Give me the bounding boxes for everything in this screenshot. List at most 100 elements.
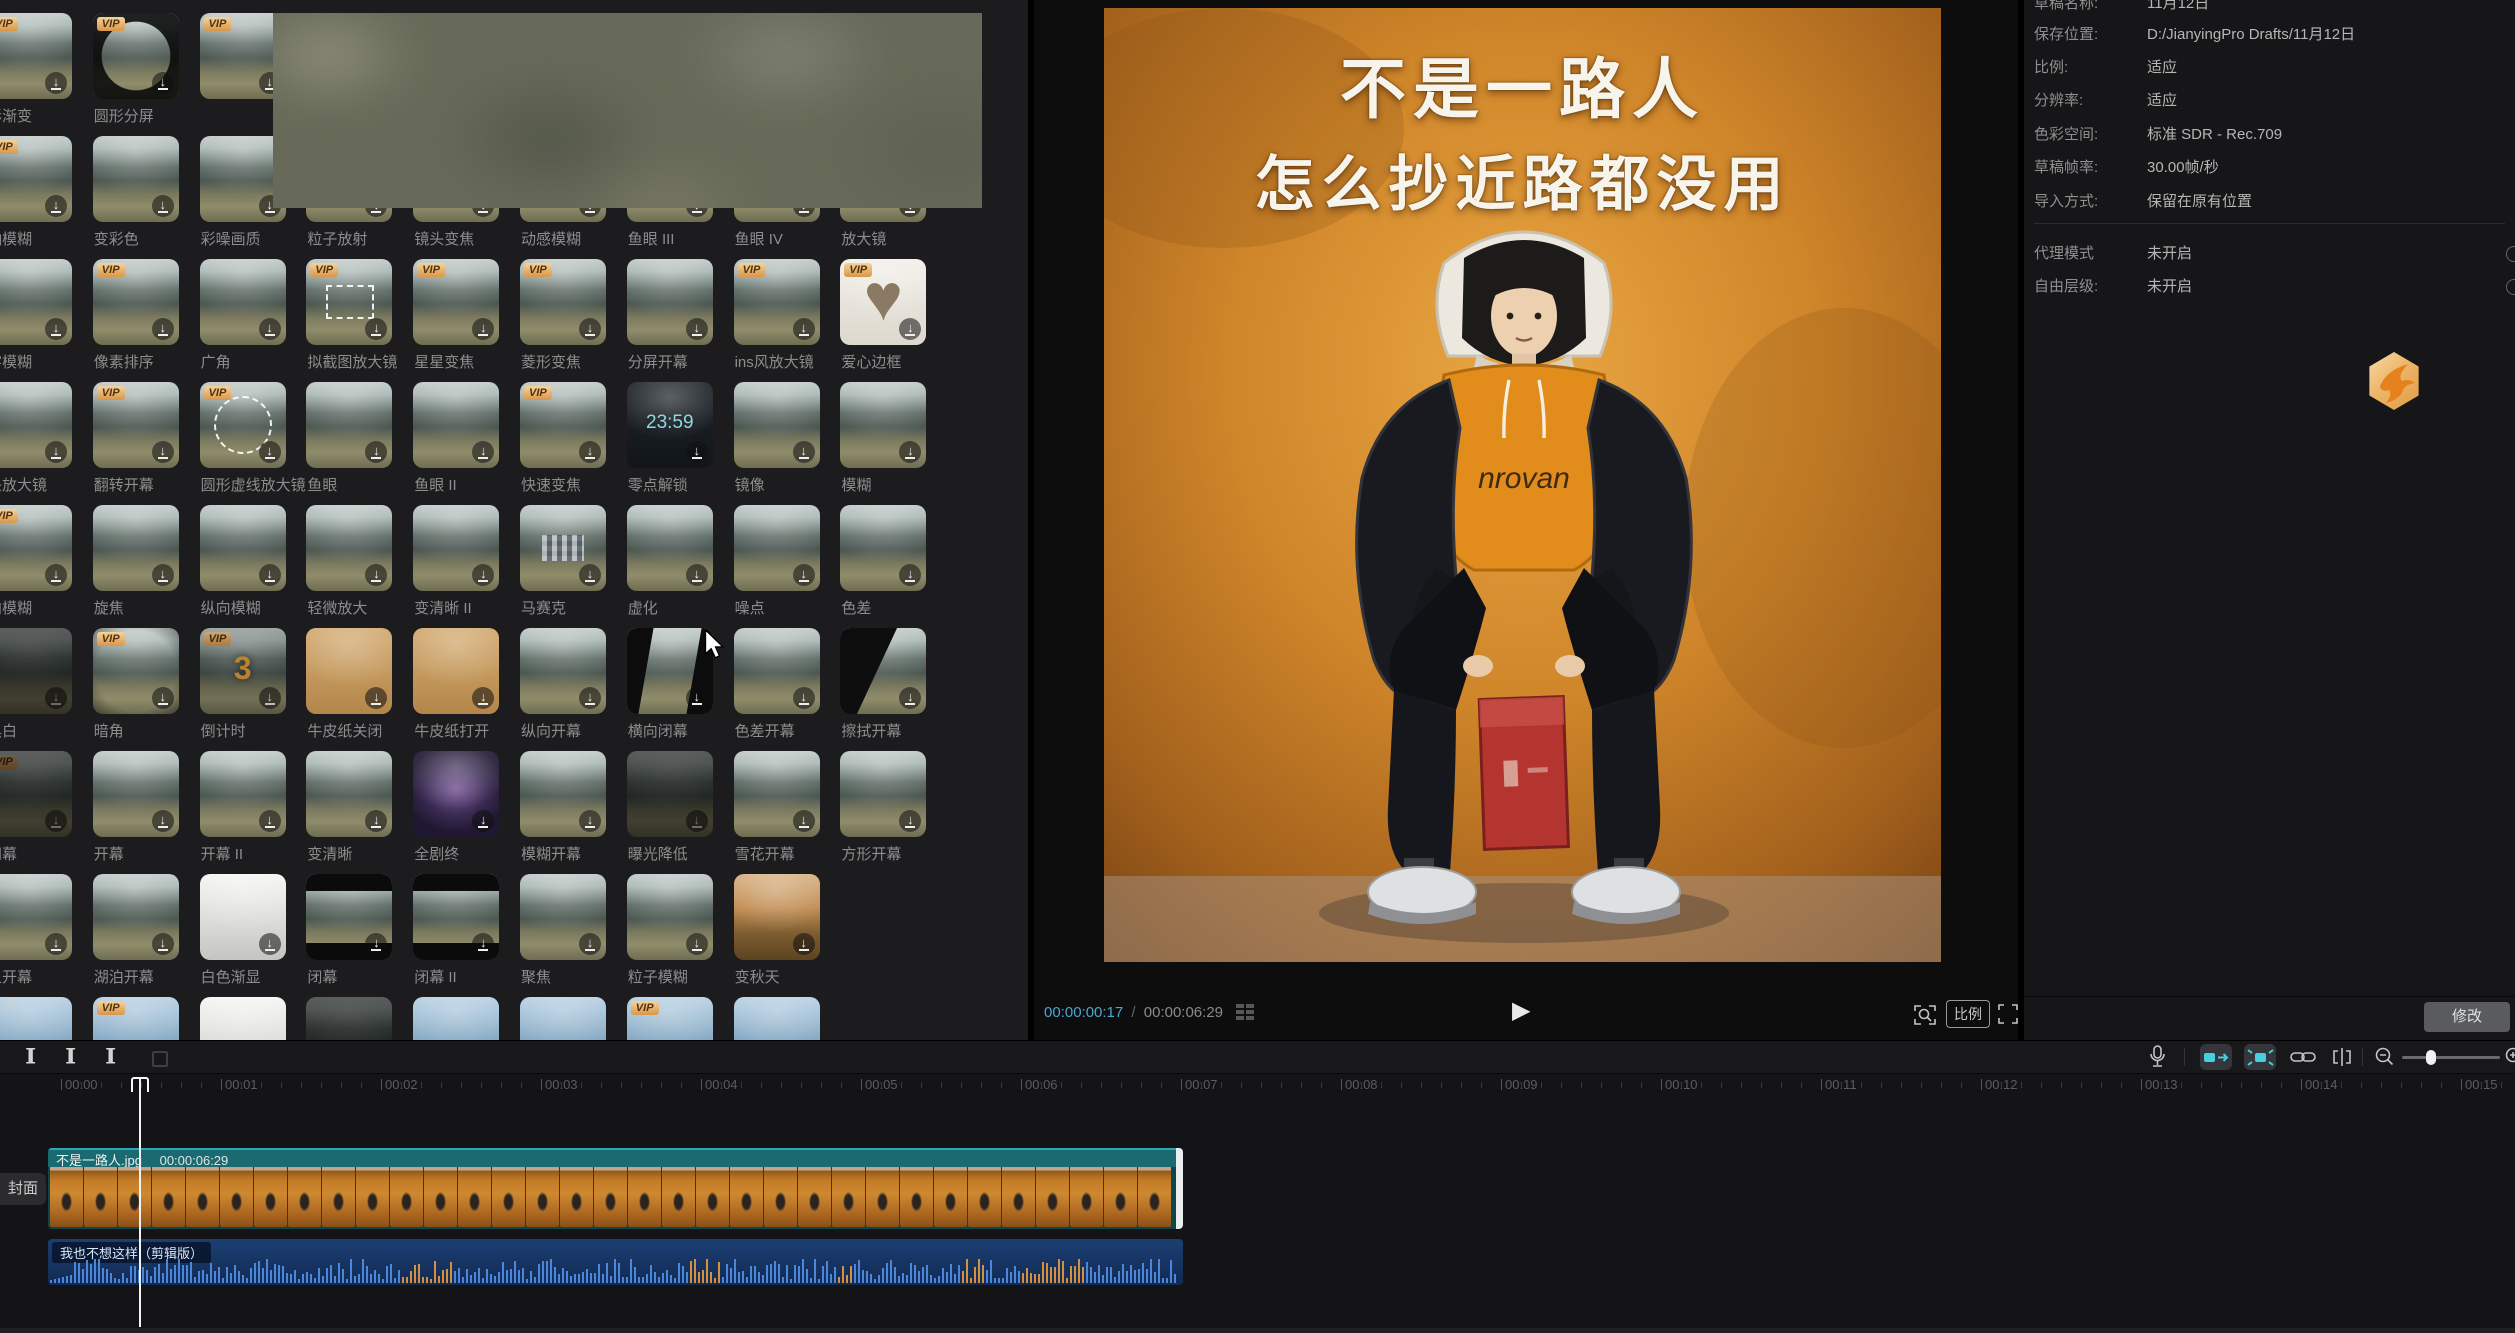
effect-item[interactable]: VIP↓	[306, 259, 392, 345]
effect-item[interactable]: VIP↓	[734, 259, 820, 345]
effect-item[interactable]	[734, 997, 820, 1040]
timeline-zoom-slider[interactable]	[2402, 1056, 2500, 1059]
thunder-bird-icon[interactable]	[2366, 352, 2422, 410]
video-clip[interactable]: 不是一路人.jpg 00:00:06:29	[48, 1148, 1183, 1229]
effect-item[interactable]: ↓	[93, 751, 179, 837]
download-icon[interactable]: ↓	[45, 72, 67, 94]
effect-item[interactable]: ↓	[840, 628, 926, 714]
download-icon[interactable]: ↓	[472, 564, 494, 586]
download-icon[interactable]: ↓	[579, 687, 601, 709]
download-icon[interactable]: ↓	[45, 564, 67, 586]
download-icon[interactable]: ↓	[793, 441, 815, 463]
link-icon[interactable]	[2290, 1046, 2316, 1068]
effect-item[interactable]: ↓	[734, 874, 820, 960]
effect-item[interactable]: VIP↓	[840, 259, 926, 345]
effect-item[interactable]: ↓	[413, 505, 499, 591]
download-icon[interactable]: ↓	[793, 318, 815, 340]
zoom-out-icon[interactable]	[2374, 1046, 2396, 1068]
record-mic-icon[interactable]	[2148, 1045, 2166, 1069]
download-icon[interactable]: ↓	[152, 441, 174, 463]
effect-item[interactable]: 23:59↓	[627, 382, 713, 468]
fullscreen-icon[interactable]	[1996, 1002, 2020, 1026]
download-icon[interactable]: ↓	[579, 441, 601, 463]
download-icon[interactable]: ↓	[793, 810, 815, 832]
zoom-slider-knob[interactable]	[2426, 1050, 2436, 1065]
effect-item[interactable]: ↓	[520, 751, 606, 837]
effect-item[interactable]: ↓	[627, 874, 713, 960]
download-icon[interactable]: ↓	[259, 933, 281, 955]
download-icon[interactable]: ↓	[259, 564, 281, 586]
split-left-icon[interactable]: ][	[66, 1045, 73, 1065]
download-icon[interactable]: ↓	[686, 810, 708, 832]
split-icon[interactable]: ][	[26, 1045, 33, 1065]
download-icon[interactable]: ↓	[365, 441, 387, 463]
modify-button[interactable]: 修改	[2424, 1002, 2510, 1032]
effect-item[interactable]: ↓	[840, 751, 926, 837]
clip-trim-handle[interactable]	[1176, 1148, 1183, 1229]
download-icon[interactable]: ↓	[686, 687, 708, 709]
preview-canvas[interactable]: nrovan	[1104, 8, 1941, 962]
effect-item[interactable]: VIP↓	[93, 382, 179, 468]
ratio-button[interactable]: 比例	[1946, 1000, 1990, 1028]
effect-item[interactable]: ↓	[734, 382, 820, 468]
effect-item[interactable]: VIP↓	[0, 13, 72, 99]
effect-item[interactable]: ↓	[306, 628, 392, 714]
zoom-in-icon[interactable]	[2504, 1046, 2515, 1068]
download-icon[interactable]: ↓	[899, 810, 921, 832]
effect-item[interactable]: ↓	[0, 259, 72, 345]
effect-item[interactable]: VIP↓	[93, 628, 179, 714]
effect-item[interactable]: ↓	[520, 874, 606, 960]
info-icon[interactable]	[2506, 246, 2515, 262]
effect-item[interactable]: ↓	[306, 751, 392, 837]
download-icon[interactable]: ↓	[686, 441, 708, 463]
download-icon[interactable]: ↓	[152, 564, 174, 586]
effect-item[interactable]: ↓	[734, 628, 820, 714]
download-icon[interactable]: ↓	[45, 810, 67, 832]
effect-item[interactable]: ↓	[200, 259, 286, 345]
effect-item[interactable]: ↓	[93, 136, 179, 222]
fit-zoom-icon[interactable]	[1912, 1002, 1938, 1028]
effect-item[interactable]: VIP	[627, 997, 713, 1040]
download-icon[interactable]: ↓	[45, 195, 67, 217]
effect-item[interactable]: VIP	[93, 997, 179, 1040]
effect-item[interactable]: VIP3↓	[200, 628, 286, 714]
effect-item[interactable]: VIP↓	[520, 259, 606, 345]
effect-item[interactable]: ↓	[200, 751, 286, 837]
download-icon[interactable]: ↓	[152, 72, 174, 94]
download-icon[interactable]: ↓	[152, 810, 174, 832]
download-icon[interactable]: ↓	[899, 564, 921, 586]
cover-button[interactable]: 封面	[0, 1173, 46, 1205]
effect-item[interactable]: VIP↓	[0, 751, 72, 837]
effect-item[interactable]: ↓	[413, 628, 499, 714]
effect-item[interactable]: ↓	[520, 628, 606, 714]
effect-item[interactable]: ↓	[734, 751, 820, 837]
effect-item[interactable]: ↓	[0, 874, 72, 960]
download-icon[interactable]: ↓	[365, 810, 387, 832]
effect-item[interactable]: ↓	[306, 382, 392, 468]
download-icon[interactable]: ↓	[259, 810, 281, 832]
download-icon[interactable]: ↓	[152, 195, 174, 217]
auto-ripple-toggle-active[interactable]	[2200, 1044, 2232, 1070]
timeline-ruler[interactable]: 00:0000:0100:0200:0300:0400:0500:0600:07…	[0, 1073, 2515, 1096]
download-icon[interactable]: ↓	[472, 687, 494, 709]
download-icon[interactable]: ↓	[686, 318, 708, 340]
effect-item[interactable]: ↓	[627, 505, 713, 591]
download-icon[interactable]: ↓	[152, 933, 174, 955]
main-track-magnet-toggle-active[interactable]	[2244, 1044, 2276, 1070]
effect-item[interactable]: VIP↓	[413, 259, 499, 345]
download-icon[interactable]: ↓	[472, 810, 494, 832]
download-icon[interactable]: ↓	[152, 687, 174, 709]
download-icon[interactable]: ↓	[259, 687, 281, 709]
info-icon[interactable]	[2506, 279, 2515, 295]
effect-item[interactable]: ↓	[0, 628, 72, 714]
download-icon[interactable]: ↓	[259, 441, 281, 463]
download-icon[interactable]: ↓	[472, 933, 494, 955]
download-icon[interactable]: ↓	[579, 810, 601, 832]
horizontal-scrollbar[interactable]	[0, 1328, 2515, 1333]
download-icon[interactable]: ↓	[579, 318, 601, 340]
download-icon[interactable]: ↓	[686, 933, 708, 955]
effect-item[interactable]	[413, 997, 499, 1040]
effect-item[interactable]: VIP↓	[0, 136, 72, 222]
play-button[interactable]: ▶	[1512, 996, 1530, 1025]
effect-item[interactable]	[520, 997, 606, 1040]
